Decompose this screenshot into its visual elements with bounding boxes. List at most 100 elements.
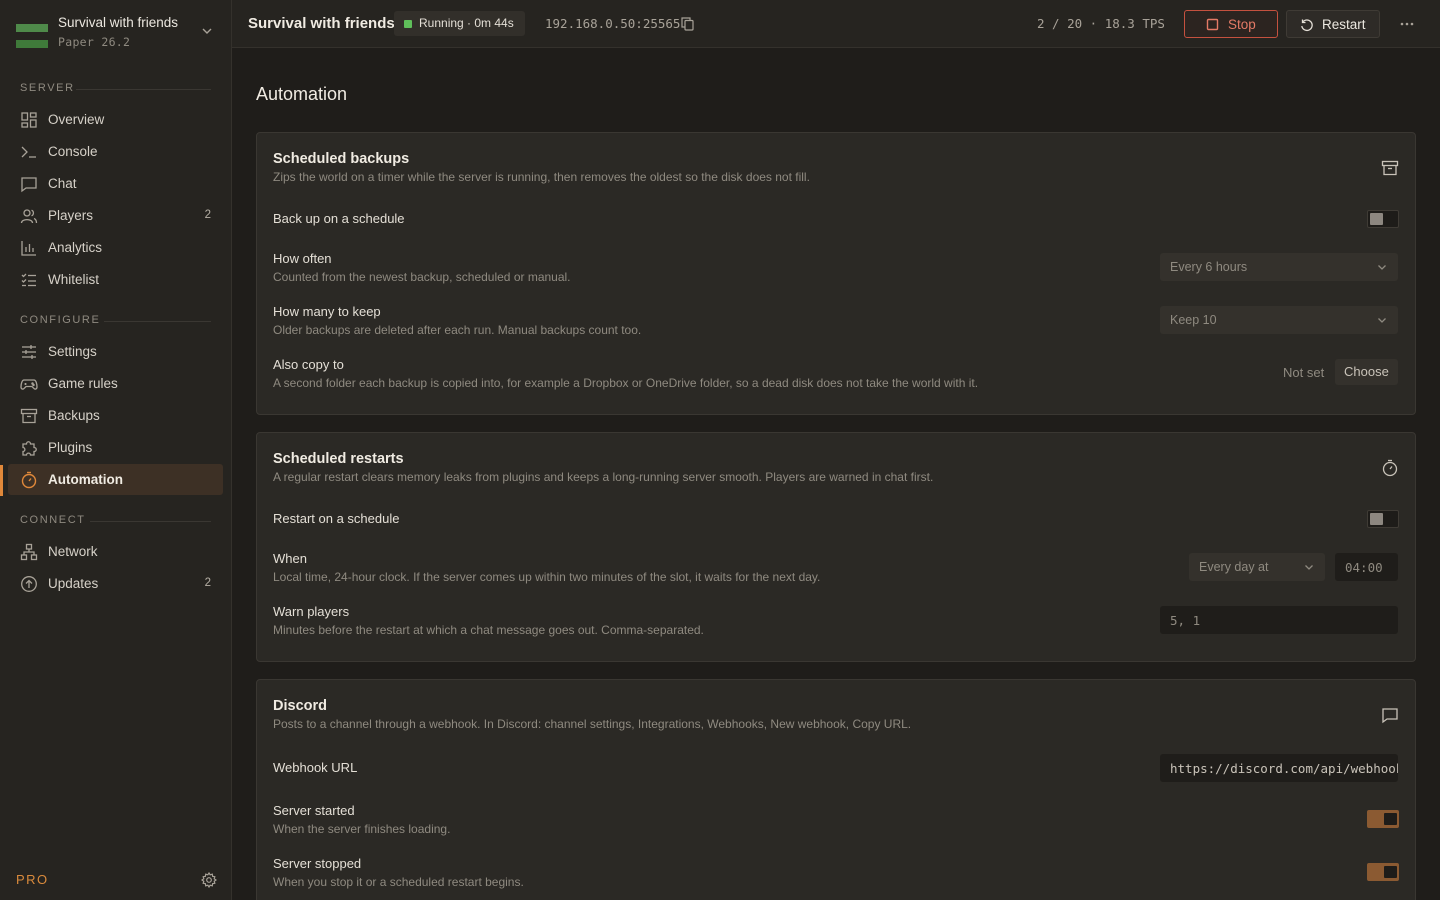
choose-label: Choose <box>1344 364 1389 379</box>
when-label: When <box>273 551 307 566</box>
backup-schedule-toggle[interactable] <box>1367 210 1399 228</box>
sidebar: Survival with friends Paper 26.2 SERVER … <box>0 0 232 900</box>
stop-button[interactable]: Stop <box>1184 10 1278 38</box>
divider <box>90 521 211 522</box>
keep-count-select[interactable]: Keep 10 <box>1160 306 1398 334</box>
players-count-badge: 2 <box>204 209 211 221</box>
sidebar-item-label: Console <box>48 144 98 159</box>
also-copy-to-label: Also copy to <box>273 357 344 372</box>
sidebar-item-console[interactable]: Console <box>8 136 223 167</box>
card-title: Discord <box>273 698 327 714</box>
archive-icon <box>1381 160 1399 176</box>
terminal-icon <box>21 146 36 158</box>
restart-schedule-toggle[interactable] <box>1367 510 1399 528</box>
webhook-url-input[interactable]: https://discord.com/api/webhooks/ <box>1160 754 1398 782</box>
divider <box>104 321 211 322</box>
sidebar-item-label: Network <box>48 544 98 559</box>
server-stopped-toggle[interactable] <box>1367 863 1399 881</box>
card-title: Scheduled restarts <box>273 451 404 467</box>
chevron-down-icon <box>1378 265 1386 270</box>
checklist-icon <box>21 273 36 287</box>
pro-badge[interactable]: PRO <box>16 872 49 887</box>
gamepad-icon <box>20 379 38 390</box>
warn-minutes-input[interactable]: 5, 1 <box>1160 606 1398 634</box>
server-address: 192.168.0.50:25565 <box>545 16 681 31</box>
restart-schedule-label: Restart on a schedule <box>273 511 400 526</box>
sidebar-item-players[interactable]: Players 2 <box>8 200 223 231</box>
users-icon <box>20 209 38 224</box>
server-stopped-label: Server stopped <box>273 856 362 871</box>
sidebar-item-label: Backups <box>48 408 100 423</box>
sidebar-item-game-rules[interactable]: Game rules <box>8 368 223 399</box>
server-logo <box>16 24 48 48</box>
how-often-label: How often <box>273 251 332 266</box>
sidebar-item-label: Automation <box>48 472 123 487</box>
updates-count-badge: 2 <box>204 577 211 589</box>
sidebar-item-label: Analytics <box>48 240 103 255</box>
running-dot-icon <box>404 20 412 28</box>
sidebar-item-label: Overview <box>48 112 105 127</box>
server-started-toggle[interactable] <box>1367 810 1399 828</box>
sidebar-item-label: Game rules <box>48 376 118 391</box>
keep-count-value: Keep 10 <box>1170 313 1217 327</box>
choose-folder-button[interactable]: Choose <box>1335 359 1398 385</box>
sidebar-item-network[interactable]: Network <box>8 536 223 567</box>
sidebar-item-automation[interactable]: Automation <box>8 464 223 495</box>
how-often-help: Counted from the newest backup, schedule… <box>273 270 571 284</box>
chevron-down-icon <box>1305 565 1313 570</box>
restart-label: Restart <box>1322 17 1366 32</box>
sidebar-item-updates[interactable]: Updates 2 <box>8 568 223 599</box>
sidebar-item-label: Players <box>48 208 94 223</box>
server-name: Survival with friends <box>58 15 179 30</box>
server-stopped-help: When you stop it or a scheduled restart … <box>273 875 524 889</box>
discord-card: Discord Posts to a channel through a web… <box>256 679 1416 900</box>
server-title: Survival with friends <box>248 15 395 32</box>
chat-icon <box>21 177 37 193</box>
sidebar-item-settings[interactable]: Settings <box>8 336 223 367</box>
restart-frequency-select[interactable]: Every day at <box>1189 553 1325 581</box>
when-help: Local time, 24-hour clock. If the server… <box>273 570 821 584</box>
toggle-knob <box>1370 513 1383 525</box>
sidebar-item-label: Updates <box>48 576 99 591</box>
toggle-knob <box>1370 213 1383 225</box>
backup-schedule-label: Back up on a schedule <box>273 211 405 226</box>
section-label-connect: CONNECT <box>20 514 86 526</box>
scheduled-backups-card: Scheduled backups Zips the world on a ti… <box>256 132 1416 415</box>
sidebar-item-plugins[interactable]: Plugins <box>8 432 223 463</box>
how-often-select[interactable]: Every 6 hours <box>1160 253 1398 281</box>
stop-icon <box>1206 18 1219 31</box>
server-switcher[interactable]: Survival with friends Paper 26.2 <box>0 0 231 64</box>
bar-chart-icon <box>21 241 36 256</box>
copy-icon[interactable] <box>680 16 695 31</box>
more-icon[interactable] <box>1399 16 1415 32</box>
divider <box>76 89 211 90</box>
archive-icon <box>20 408 38 424</box>
timer-icon <box>21 471 37 489</box>
server-started-help: When the server finishes loading. <box>273 822 451 836</box>
restart-time-input[interactable]: 04:00 <box>1335 553 1398 581</box>
also-copy-to-help: A second folder each backup is copied in… <box>273 376 979 390</box>
status-badge: Running · 0m 44s <box>394 11 525 36</box>
network-icon <box>20 543 38 561</box>
restart-frequency-value: Every day at <box>1199 560 1269 574</box>
sidebar-item-backups[interactable]: Backups <box>8 400 223 431</box>
toggle-knob <box>1384 866 1397 878</box>
upload-circle-icon <box>21 576 37 592</box>
gear-icon[interactable] <box>201 872 217 888</box>
timer-icon <box>1382 459 1398 477</box>
sidebar-item-whitelist[interactable]: Whitelist <box>8 264 223 295</box>
puzzle-icon <box>22 441 37 456</box>
warn-players-label: Warn players <box>273 604 350 619</box>
card-description: Posts to a channel through a webhook. In… <box>273 717 912 731</box>
scheduled-restarts-card: Scheduled restarts A regular restart cle… <box>256 432 1416 662</box>
server-version: Paper 26.2 <box>58 35 131 49</box>
chat-icon <box>1382 708 1398 724</box>
restart-time-value: 04:00 <box>1345 560 1383 575</box>
sidebar-item-overview[interactable]: Overview <box>8 104 223 135</box>
card-description: A regular restart clears memory leaks fr… <box>273 470 934 484</box>
sidebar-item-chat[interactable]: Chat <box>8 168 223 199</box>
restart-button[interactable]: Restart <box>1286 10 1380 38</box>
sidebar-item-label: Plugins <box>48 440 93 455</box>
sidebar-item-analytics[interactable]: Analytics <box>8 232 223 263</box>
chevron-down-icon[interactable] <box>200 24 214 38</box>
